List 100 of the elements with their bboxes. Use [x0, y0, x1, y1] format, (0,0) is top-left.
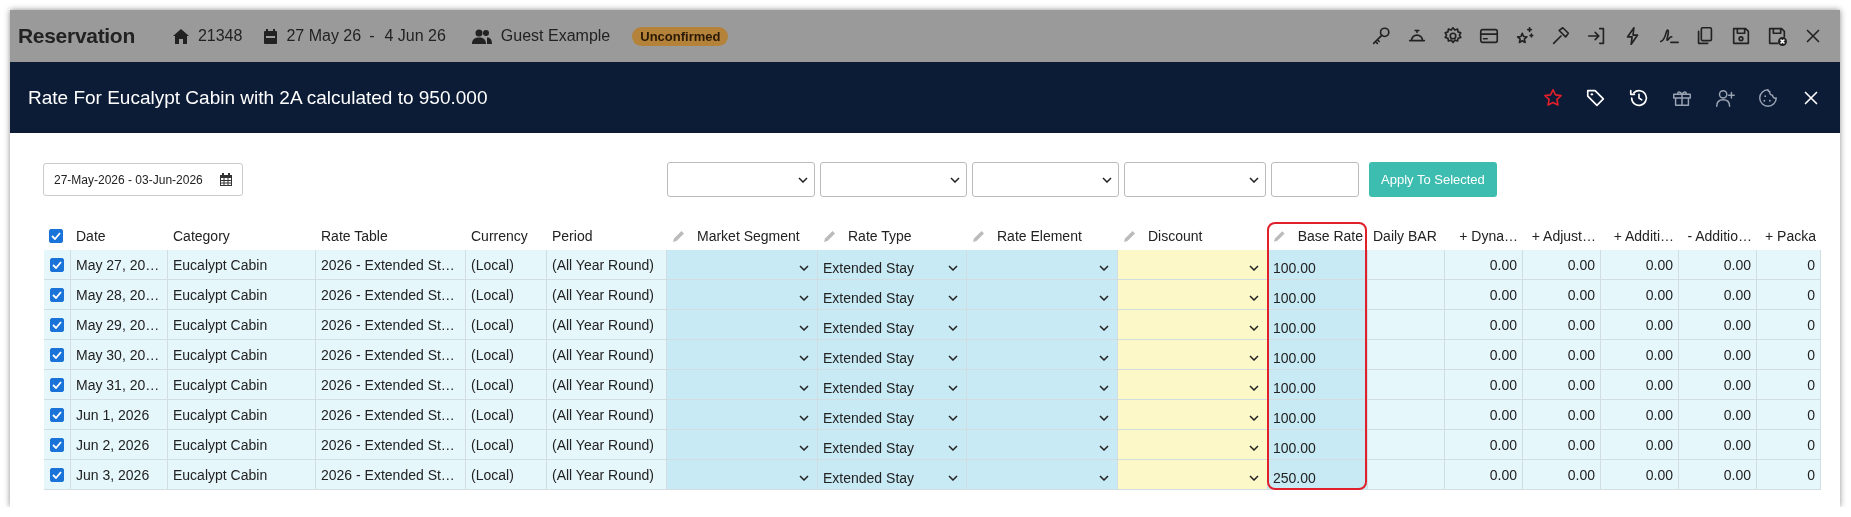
base-rate-field[interactable]: 100.00	[1268, 250, 1368, 280]
adjustment-cell: 0.00	[1523, 310, 1601, 340]
period-cell: (All Year Round)	[547, 280, 667, 310]
date-cell: May 30, 20…	[71, 340, 168, 370]
base-rate-field[interactable]: 100.00	[1268, 430, 1368, 460]
package-cell: 0	[1757, 340, 1821, 370]
rate-table-cell: 2026 - Extended St…	[316, 310, 466, 340]
caret-icon	[1249, 384, 1259, 391]
caret-icon	[1099, 414, 1109, 421]
caret-icon	[950, 176, 960, 183]
adjustment-cell: 0.00	[1523, 280, 1601, 310]
column-header: + Additi…	[1613, 228, 1674, 244]
currency-cell: (Local)	[466, 280, 547, 310]
amount-field[interactable]	[1271, 162, 1359, 197]
caret-icon	[1249, 444, 1259, 451]
base-rate-field[interactable]: 100.00	[1268, 310, 1368, 340]
addition-cell: 0.00	[1601, 310, 1679, 340]
caret-icon	[1249, 294, 1259, 301]
category-cell: Eucalypt Cabin	[168, 340, 316, 370]
row-checkbox[interactable]	[50, 317, 64, 332]
row-checkbox[interactable]	[50, 347, 64, 362]
rate-type-select[interactable]: Extended Stay	[818, 340, 967, 370]
rate-type-select[interactable]: Extended Stay	[818, 370, 967, 400]
page-title: Reservation	[18, 24, 135, 48]
period-cell: (All Year Round)	[547, 400, 667, 430]
rate-type-select[interactable]: Extended Stay	[818, 430, 967, 460]
rate-type-select[interactable]: Extended Stay	[818, 400, 967, 430]
base-rate-field[interactable]: 100.00	[1268, 280, 1368, 310]
deduction-cell: 0.00	[1679, 430, 1757, 460]
category-cell: Eucalypt Cabin	[168, 250, 316, 280]
caret-icon	[799, 264, 809, 271]
deduction-cell: 0.00	[1679, 460, 1757, 490]
category-cell: Eucalypt Cabin	[168, 460, 316, 490]
caret-icon	[1099, 384, 1109, 391]
addition-cell: 0.00	[1601, 460, 1679, 490]
caret-icon	[1249, 354, 1259, 361]
row-checkbox[interactable]	[50, 467, 64, 482]
caret-icon	[1099, 294, 1109, 301]
caret-icon	[948, 414, 958, 421]
category-cell: Eucalypt Cabin	[168, 280, 316, 310]
guest-name: Guest Example	[500, 27, 611, 45]
deduction-cell: 0.00	[1679, 370, 1757, 400]
rate-type-select[interactable]: Extended Stay	[818, 460, 967, 490]
dynamic-cell: 0.00	[1445, 280, 1523, 310]
select-all-checkbox[interactable]	[49, 229, 63, 243]
caret-icon	[799, 294, 809, 301]
date-range-field[interactable]: 27-May-2026 - 03-Jun-2026	[43, 163, 243, 196]
star-icon[interactable]	[1542, 86, 1564, 109]
package-cell: 0	[1757, 400, 1821, 430]
deduction-cell: 0.00	[1679, 400, 1757, 430]
rate-type-select[interactable]: Extended Stay	[818, 250, 967, 280]
adjustment-cell: 0.00	[1523, 250, 1601, 280]
adjustment-cell: 0.00	[1523, 340, 1601, 370]
rate-table-cell: 2026 - Extended St…	[316, 400, 466, 430]
package-cell: 0	[1757, 280, 1821, 310]
package-cell: 0	[1757, 460, 1821, 490]
rate-table-cell: 2026 - Extended St…	[316, 370, 466, 400]
rate-type-select[interactable]: Extended Stay	[818, 310, 967, 340]
column-header: Category	[173, 228, 230, 244]
category-cell: Eucalypt Cabin	[168, 430, 316, 460]
save-cancel-icon[interactable]	[1766, 25, 1788, 47]
currency-cell: (Local)	[466, 460, 547, 490]
caret-icon	[799, 414, 809, 421]
base-rate-field[interactable]: 100.00	[1268, 400, 1368, 430]
column-header: Discount	[1148, 228, 1203, 244]
caret-icon	[799, 444, 809, 451]
column-header: Date	[76, 228, 106, 244]
addition-cell: 0.00	[1601, 430, 1679, 460]
column-header: Rate Type	[848, 228, 912, 244]
addition-cell: 0.00	[1601, 340, 1679, 370]
column-header: Period	[552, 228, 593, 244]
hammer-icon[interactable]	[1550, 25, 1572, 47]
column-header: + Dyna…	[1459, 228, 1518, 244]
caret-icon	[799, 324, 809, 331]
package-cell: 0	[1757, 250, 1821, 280]
dynamic-cell: 0.00	[1445, 340, 1523, 370]
base-rate-field[interactable]: 250.00	[1268, 460, 1368, 490]
caret-icon	[1099, 264, 1109, 271]
dynamic-cell: 0.00	[1445, 370, 1523, 400]
row-checkbox[interactable]	[50, 287, 64, 302]
base-rate-field[interactable]: 100.00	[1268, 340, 1368, 370]
row-checkbox[interactable]	[50, 437, 64, 452]
caret-icon	[1099, 324, 1109, 331]
category-cell: Eucalypt Cabin	[168, 400, 316, 430]
row-checkbox[interactable]	[50, 377, 64, 392]
currency-cell: (Local)	[466, 340, 547, 370]
rate-type-select[interactable]: Extended Stay	[818, 280, 967, 310]
save-icon[interactable]	[1730, 25, 1752, 47]
currency-cell: (Local)	[466, 370, 547, 400]
base-rate-field[interactable]: 100.00	[1268, 370, 1368, 400]
row-checkbox[interactable]	[50, 257, 64, 272]
caret-icon	[1249, 176, 1259, 183]
status-badge: Unconfirmed	[632, 26, 729, 46]
period-cell: (All Year Round)	[547, 430, 667, 460]
addition-cell: 0.00	[1601, 280, 1679, 310]
cookie-icon[interactable]	[1757, 86, 1779, 109]
currency-cell: (Local)	[466, 400, 547, 430]
rate-table-cell: 2026 - Extended St…	[316, 250, 466, 280]
key-icon[interactable]	[1370, 25, 1392, 47]
row-checkbox[interactable]	[50, 407, 64, 422]
